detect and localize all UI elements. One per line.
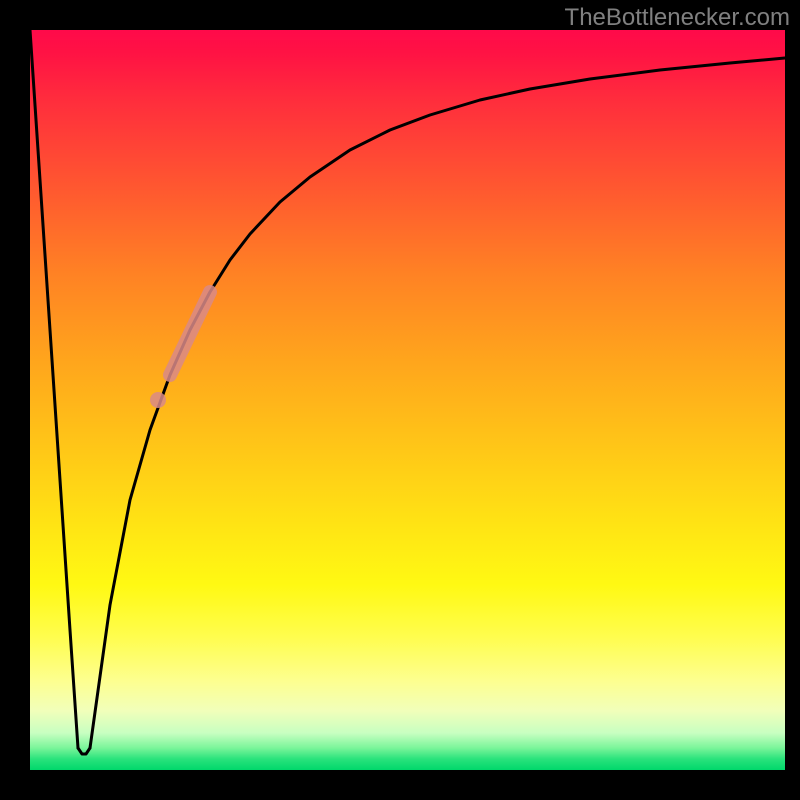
curve-right-rise [90,58,785,748]
bottleneck-curve [30,30,785,770]
highlight-band [170,292,210,375]
curve-valley [78,748,90,754]
plot-area [30,30,785,770]
chart-frame: TheBottlenecker.com [0,0,800,800]
watermark-text: TheBottlenecker.com [565,4,790,32]
highlight-dot [150,392,166,408]
curve-left-descent [30,30,78,748]
